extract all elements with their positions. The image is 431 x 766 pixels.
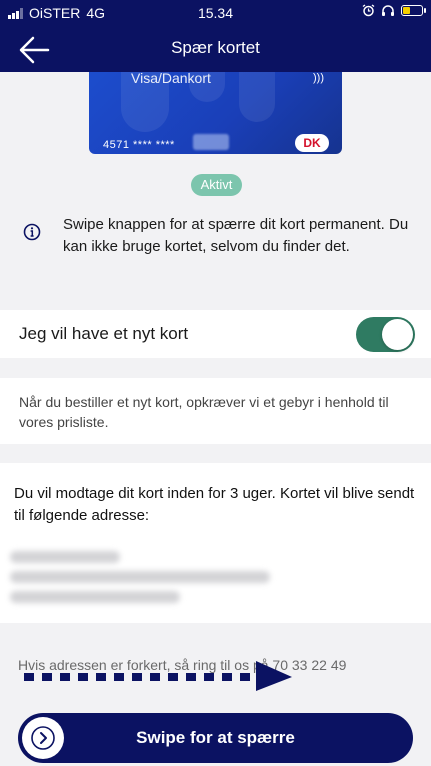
alarm-icon [362,4,375,17]
swipe-to-block-button[interactable]: Swipe for at spærre [18,713,413,763]
info-notice: Swipe knappen for at spærre dit kort per… [0,205,431,305]
payment-card: Visa/Dankort ))) 4571 **** **** DK [89,72,342,154]
address-intro: Du vil modtage dit kort inden for 3 uger… [14,485,415,524]
card-number: 4571 **** **** [103,139,175,151]
info-text: Swipe knappen for at spærre dit kort per… [63,216,409,255]
card-number-redacted [193,134,229,150]
redacted-address-line [10,591,180,603]
toggle-knob [382,319,413,350]
dankort-logo: DK [295,134,329,152]
card-brand: Visa/Dankort [131,72,211,86]
status-bar: OiSTER 4G 15.34 [0,0,431,26]
fee-notice: Når du bestiller et nyt kort, opkræver v… [0,378,431,444]
status-badge: Aktivt [191,174,242,196]
new-card-row: Jeg vil have et nyt kort [0,310,431,358]
redacted-address-line [10,571,270,583]
battery-icon [401,5,426,16]
swipe-button-label: Swipe for at spærre [136,728,295,747]
headphones-icon [382,5,394,16]
contactless-icon: ))) [313,72,324,84]
new-card-label: Jeg vil have et nyt kort [19,324,189,343]
card-area: Visa/Dankort ))) 4571 **** **** DK [0,72,431,172]
fee-notice-text: Når du bestiller et nyt kort, opkræver v… [19,394,389,430]
status-icons [362,4,426,17]
new-card-toggle[interactable] [356,317,415,352]
redacted-address-line [10,551,120,563]
address-section: Du vil modtage dit kort inden for 3 uger… [0,463,431,623]
info-icon [23,223,41,241]
page-title: Spær kortet [171,38,260,57]
nav-bar: Spær kortet [0,26,431,72]
swipe-hint-arrow-icon [24,661,292,691]
